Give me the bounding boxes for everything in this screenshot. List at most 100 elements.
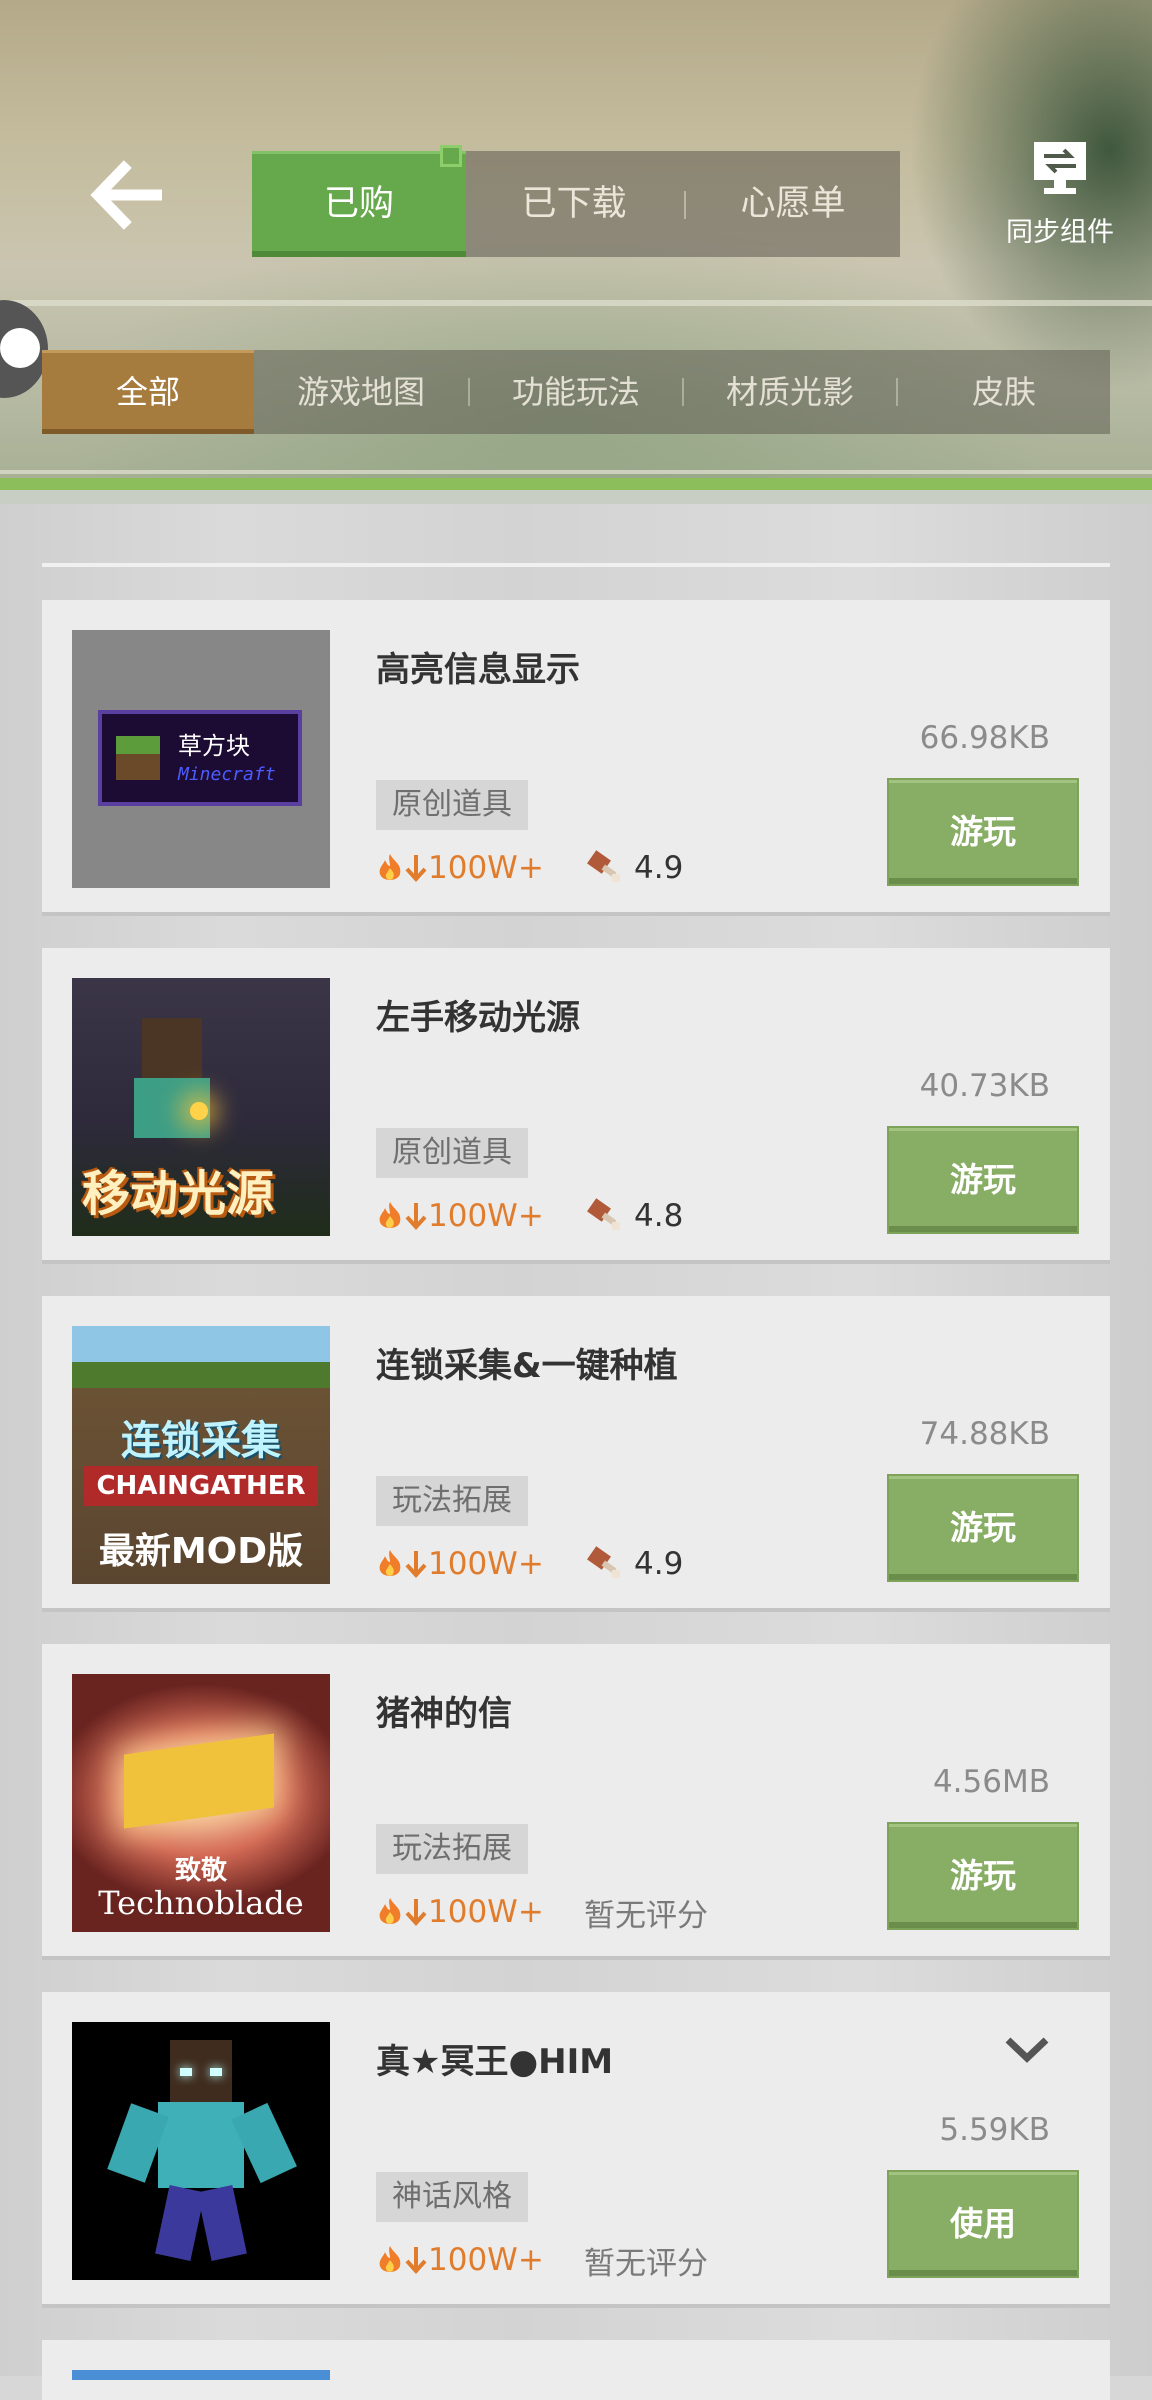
item-title: 猪神的信: [376, 1694, 512, 1734]
item-downloads: 100W+: [376, 2240, 544, 2280]
fire-icon: [379, 1550, 401, 1576]
herobrine-leg: [197, 2185, 247, 2261]
item-thumbnail: 连锁采集 CHAINGATHER 最新MOD版: [72, 1326, 330, 1584]
side-handle-dot: [0, 328, 40, 368]
item-thumbnail: 移动光源: [72, 978, 330, 1236]
drumstick-icon: [587, 1198, 620, 1230]
item-rating: 4.9: [584, 848, 683, 888]
item-tag: 原创道具: [376, 1128, 528, 1178]
item-size: 40.73KB: [919, 1068, 1050, 1104]
herobrine-head-icon: [170, 2040, 232, 2102]
item-downloads: 100W+: [376, 1892, 544, 1932]
rating-value: 4.9: [634, 1546, 684, 1582]
item-title: 连锁采集&一键种植: [376, 1346, 678, 1386]
filter-gameplay[interactable]: 功能玩法: [470, 350, 682, 434]
item-rating: 4.9: [584, 1544, 683, 1584]
chevron-down-icon[interactable]: [1002, 2032, 1052, 2068]
rating-value: 暂无评分: [584, 1897, 708, 1934]
torch-light-icon: [190, 1102, 208, 1120]
tab-downloaded[interactable]: 已下载: [466, 151, 682, 257]
rating-value: 暂无评分: [584, 2245, 708, 2282]
item-title: 高亮信息显示: [376, 650, 580, 690]
header-green-border: [0, 478, 1152, 490]
download-arrow-icon: [405, 2247, 427, 2274]
filter-textures-shaders-label: 材质光影: [725, 373, 854, 411]
item-title: 真★冥王●HIM: [376, 2042, 614, 2082]
downloads-count: 100W+: [428, 1198, 544, 1234]
filter-game-maps[interactable]: 游戏地图: [254, 350, 468, 434]
play-button[interactable]: 游玩: [887, 778, 1079, 886]
filter-game-maps-label: 游戏地图: [296, 373, 425, 411]
tab-wishlist-label: 心愿单: [740, 184, 846, 224]
fire-icon: [379, 1202, 401, 1228]
thumbnail-line1: 致敬: [174, 1856, 227, 1886]
thumbnail-line1: 连锁采集: [121, 1418, 281, 1464]
fire-icon: [379, 2246, 401, 2272]
item-thumbnail: 草方块 Minecraft: [72, 630, 330, 888]
item-thumbnail: 致敬 Technoblade: [72, 1674, 330, 1932]
use-button[interactable]: 使用: [887, 2170, 1079, 2278]
filter-all-label: 全部: [115, 373, 180, 411]
play-button[interactable]: 游玩: [887, 1126, 1079, 1234]
list-item[interactable]: [42, 2340, 1110, 2400]
herobrine-body: [158, 2102, 244, 2188]
filter-all[interactable]: 全部: [42, 350, 254, 434]
item-downloads: 100W+: [376, 848, 544, 888]
sync-monitor-icon: [1034, 142, 1086, 194]
drumstick-icon: [587, 850, 620, 882]
item-tag: 神话风格: [376, 2172, 528, 2222]
sync-widgets-button[interactable]: 同步组件: [990, 138, 1130, 249]
tab-wishlist[interactable]: 心愿单: [686, 151, 900, 257]
thumbnail-line3: 最新MOD版: [98, 1531, 304, 1572]
thumbnail-banner: 草方块 Minecraft: [98, 710, 302, 806]
tab-downloaded-label: 已下载: [521, 184, 627, 224]
thumbnail-caption: 草方块: [178, 732, 250, 760]
download-arrow-icon: [405, 855, 427, 882]
download-arrow-icon: [405, 1203, 427, 1230]
item-rating: 暂无评分: [584, 1892, 708, 1934]
item-size: 66.98KB: [919, 720, 1050, 756]
rating-value: 4.9: [634, 850, 684, 886]
tab-purchased-label: 已购: [323, 184, 394, 224]
filter-gameplay-label: 功能玩法: [511, 373, 640, 411]
tab-purchased[interactable]: 已购: [252, 151, 466, 257]
grass-block-icon: [116, 736, 160, 780]
download-arrow-icon: [405, 1551, 427, 1578]
fire-icon: [379, 1898, 401, 1924]
list-item[interactable]: 连锁采集 CHAINGATHER 最新MOD版 连锁采集&一键种植 74.88K…: [42, 1296, 1110, 1612]
item-thumbnail: [72, 2022, 330, 2280]
list-item[interactable]: 致敬 Technoblade 猪神的信 4.56MB 玩法拓展 100W+ 暂无…: [42, 1644, 1110, 1960]
thumbnail-subcaption: Minecraft: [178, 764, 276, 785]
item-rating: 4.8: [584, 1196, 683, 1236]
sync-widgets-label: 同步组件: [1006, 217, 1114, 248]
list-item[interactable]: 真★冥王●HIM 5.59KB 神话风格 100W+ 暂无评分 使用: [42, 1992, 1110, 2308]
arrow-left-icon: [90, 160, 162, 230]
item-size: 4.56MB: [932, 1764, 1050, 1800]
downloads-count: 100W+: [428, 1894, 544, 1930]
thumbnail-line2: CHAINGATHER: [84, 1466, 318, 1506]
downloads-count: 100W+: [428, 2242, 544, 2278]
back-button[interactable]: [88, 160, 168, 230]
header-bottom-shadow: [0, 490, 1152, 504]
crown-icon: [124, 1733, 274, 1829]
filter-skins-label: 皮肤: [971, 373, 1036, 411]
rating-value: 4.8: [634, 1198, 684, 1234]
category-filter-bar: 全部 游戏地图 功能玩法 材质光影 皮肤: [42, 350, 1110, 434]
play-button[interactable]: 游玩: [887, 1822, 1079, 1930]
item-downloads: 100W+: [376, 1196, 544, 1236]
filter-skins[interactable]: 皮肤: [898, 350, 1110, 434]
play-button[interactable]: 游玩: [887, 1474, 1079, 1582]
list-item[interactable]: 草方块 Minecraft 高亮信息显示 66.98KB 原创道具 100W+ …: [42, 600, 1110, 916]
thumbnail-caption: 移动光源: [82, 1166, 275, 1222]
item-size: 5.59KB: [939, 2112, 1050, 2148]
downloads-count: 100W+: [428, 1546, 544, 1582]
download-arrow-icon: [405, 1899, 427, 1926]
drumstick-icon: [587, 1546, 620, 1578]
list-item[interactable]: 移动光源 左手移动光源 40.73KB 原创道具 100W+ 4.8 游玩: [42, 948, 1110, 1264]
item-size: 74.88KB: [919, 1416, 1050, 1452]
list-top-divider: [42, 563, 1110, 567]
filter-textures-shaders[interactable]: 材质光影: [684, 350, 896, 434]
item-title: 左手移动光源: [376, 998, 580, 1038]
fire-icon: [379, 854, 401, 880]
item-tag: 原创道具: [376, 780, 528, 830]
